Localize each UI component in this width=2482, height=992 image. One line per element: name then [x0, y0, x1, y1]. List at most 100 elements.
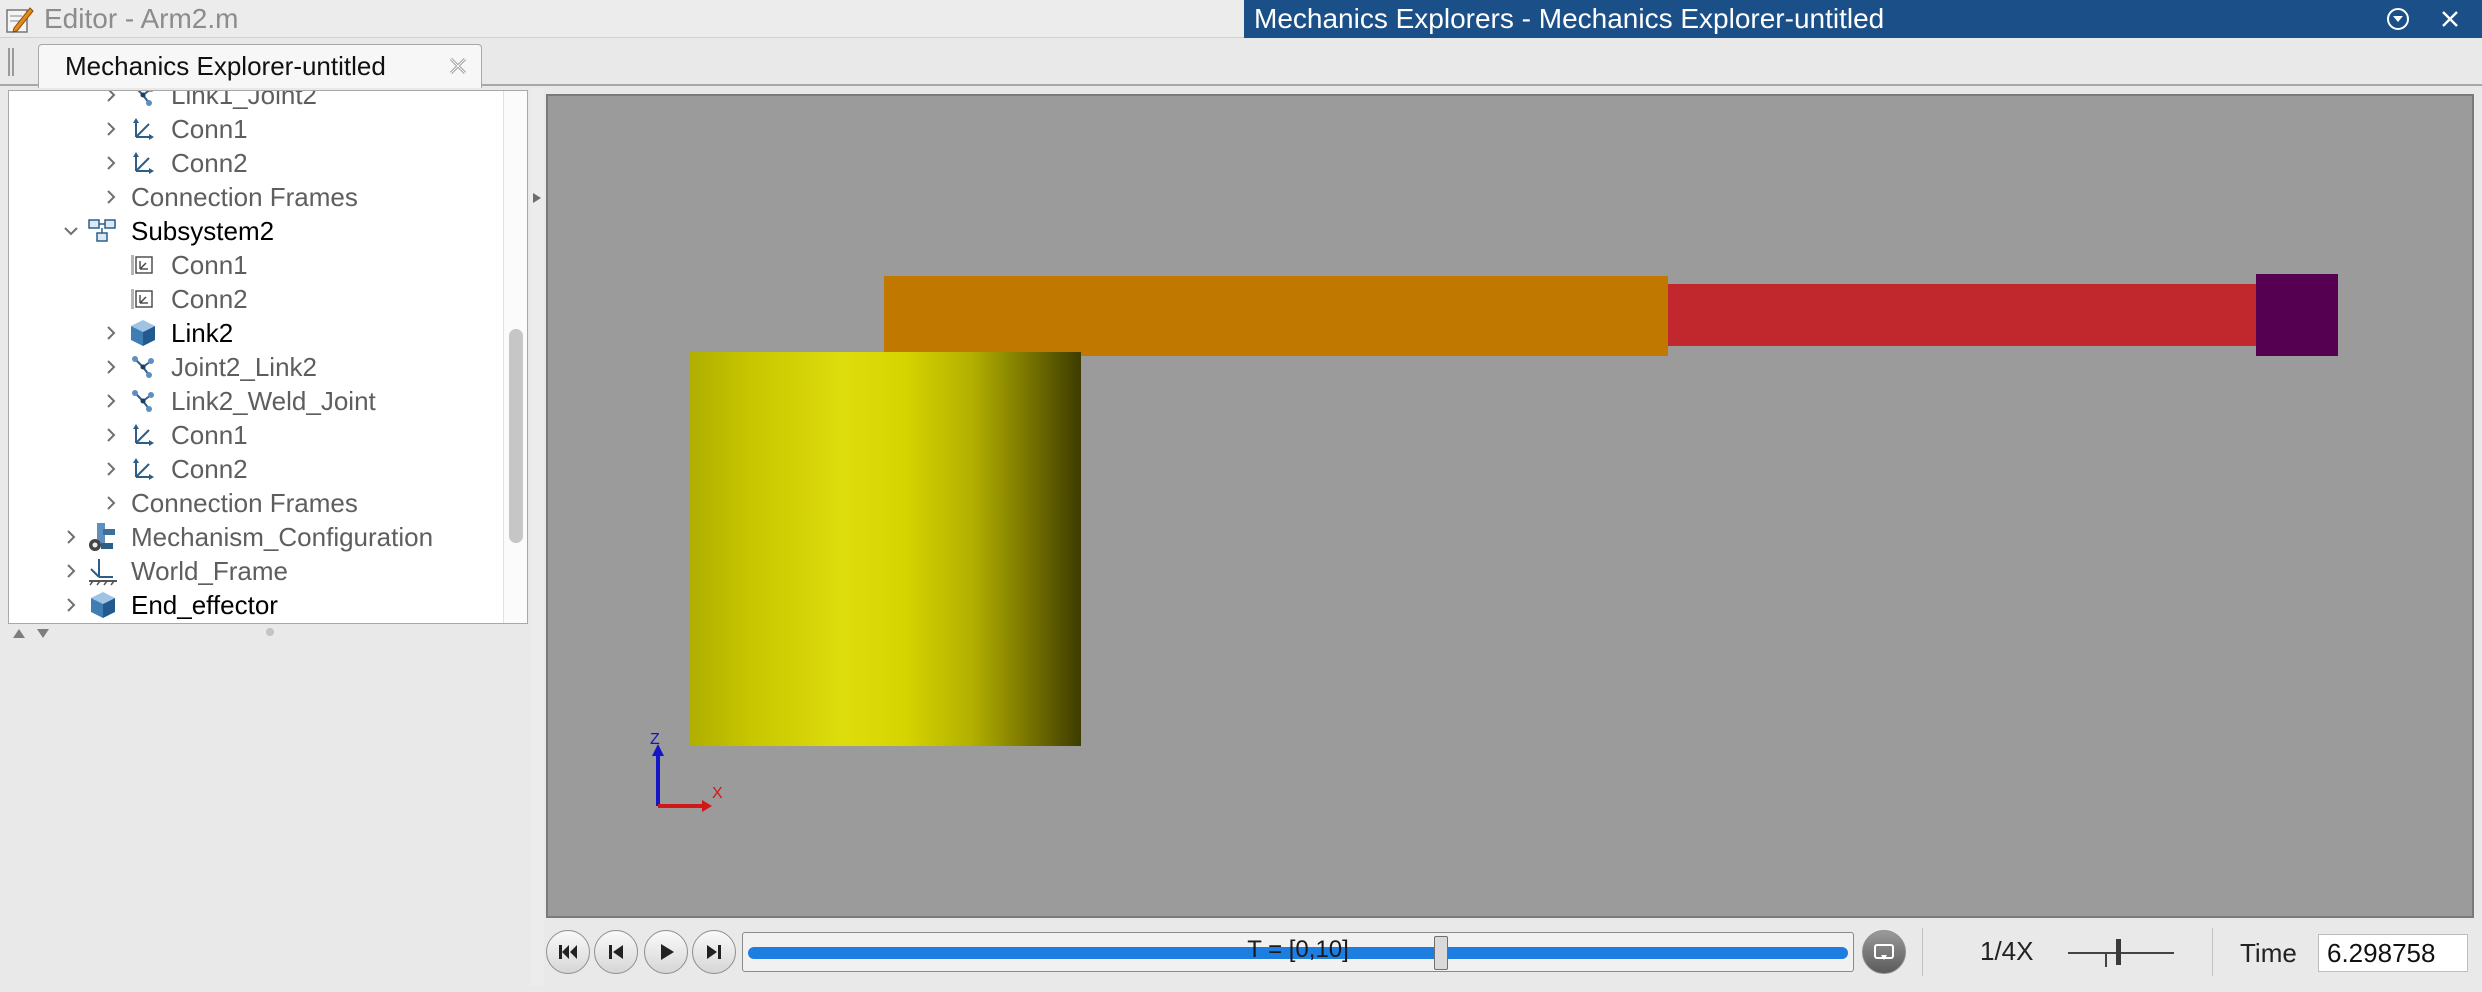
- tree-item-conn1[interactable]: Conn1: [9, 248, 499, 282]
- subsystem-icon: [87, 215, 119, 247]
- explorer-titlebar: Mechanics Explorers - Mechanics Explorer…: [1244, 0, 2482, 38]
- tree-item-connection-frames[interactable]: Connection Frames: [9, 486, 499, 520]
- panel-split-handle[interactable]: [530, 88, 544, 986]
- port-icon: [127, 283, 159, 315]
- chevron-right-icon[interactable]: [101, 425, 121, 445]
- mechanism-config-icon: [87, 521, 119, 553]
- playback-speed-slider[interactable]: [2066, 936, 2176, 970]
- tree-item-label: Conn1: [171, 420, 248, 450]
- playback-timeline-slider[interactable]: T = [0,10]: [742, 932, 1854, 972]
- tree-item-label: Conn1: [171, 250, 248, 280]
- tree-item-label: Conn1: [171, 114, 248, 144]
- chevron-right-icon[interactable]: [61, 561, 81, 581]
- step-back-icon: [609, 945, 623, 959]
- tree-item-label: Connection Frames: [131, 488, 358, 518]
- tree-item-label: Conn2: [171, 284, 248, 314]
- tree-item-joint2-link2[interactable]: Joint2_Link2: [9, 350, 499, 384]
- step-back-button[interactable]: [594, 930, 638, 974]
- chevron-right-icon[interactable]: [101, 391, 121, 411]
- tab-grip-handle[interactable]: [8, 48, 16, 76]
- close-icon: [449, 57, 467, 75]
- tree-item-link1-joint2[interactable]: Link1_Joint2: [9, 90, 499, 112]
- tree-item-conn2[interactable]: Conn2: [9, 282, 499, 316]
- close-icon: [2442, 11, 2458, 27]
- tree-scrollbar[interactable]: [503, 91, 527, 623]
- tree-item-label: World_Frame: [131, 556, 289, 586]
- end-effector-body[interactable]: [2256, 274, 2338, 356]
- tree-item-conn2[interactable]: Conn2: [9, 146, 499, 180]
- z-axis-label: Z: [650, 732, 660, 748]
- play-button[interactable]: [644, 930, 688, 974]
- loop-playback-button[interactable]: [1862, 930, 1906, 974]
- chevron-right-icon[interactable]: [101, 119, 121, 139]
- play-icon: [661, 944, 674, 960]
- solid-icon: [87, 589, 119, 621]
- tree-item-conn1[interactable]: Conn1: [9, 112, 499, 146]
- tree-item-end-effector[interactable]: End_effector: [9, 588, 499, 622]
- chevron-right-icon[interactable]: [101, 91, 121, 105]
- tab-label: Mechanics Explorer-untitled: [65, 51, 386, 81]
- chevron-right-icon[interactable]: [101, 153, 121, 173]
- tree-item-connection-frames[interactable]: Connection Frames: [9, 180, 499, 214]
- model-tree-panel[interactable]: Link1_Joint2 Conn1 Conn2 Connection Frames S…: [8, 90, 528, 624]
- chevron-right-icon[interactable]: [101, 323, 121, 343]
- tree-item-label: Link1_Joint2: [171, 90, 317, 110]
- skip-to-start-icon: [559, 945, 577, 959]
- tree-item-conn2[interactable]: Conn2: [9, 452, 499, 486]
- step-forward-button[interactable]: [692, 930, 736, 974]
- tab-mechanics-explorer[interactable]: Mechanics Explorer-untitled: [38, 44, 482, 88]
- frame-icon: [127, 147, 159, 179]
- chevron-right-icon[interactable]: [101, 459, 121, 479]
- playback-toolbar: T = [0,10] 1/4X Time: [546, 920, 2482, 986]
- tree-item-label: End_effector: [131, 590, 278, 620]
- chevron-right-icon[interactable]: [61, 527, 81, 547]
- window-close-button[interactable]: [2434, 3, 2466, 35]
- tree-item-link2[interactable]: Link2: [9, 316, 499, 350]
- chevron-down-icon[interactable]: [61, 221, 81, 241]
- tree-item-label: Connection Frames: [131, 182, 358, 212]
- x-axis-label: X: [712, 785, 723, 802]
- resize-grip-dot[interactable]: [266, 628, 274, 636]
- skip-to-start-button[interactable]: [546, 930, 590, 974]
- tree-item-label: Link2_Weld_Joint: [171, 386, 376, 416]
- tree-item-link2-weld-joint[interactable]: Link2_Weld_Joint: [9, 384, 499, 418]
- base-cylinder-body[interactable]: [689, 352, 1081, 746]
- chevron-right-icon[interactable]: [101, 187, 121, 207]
- joint-icon: [127, 351, 159, 383]
- toolbar-separator: [2212, 928, 2213, 976]
- toolbar-separator: [1922, 928, 1923, 976]
- tree-item-label: Subsystem2: [131, 216, 275, 246]
- tab-close-button[interactable]: [445, 53, 471, 79]
- chevron-right-icon[interactable]: [61, 595, 81, 615]
- tree-panel-footer: [8, 624, 528, 644]
- playback-speed-label: 1/4X: [1980, 936, 2034, 966]
- solid-icon: [127, 317, 159, 349]
- mechanics-3d-viewport[interactable]: Z X: [546, 94, 2474, 918]
- time-caption: Time: [2240, 938, 2297, 968]
- link2-body[interactable]: [1668, 284, 2258, 346]
- tree-item-conn1[interactable]: Conn1: [9, 418, 499, 452]
- chevron-right-icon[interactable]: [101, 357, 121, 377]
- time-value-field[interactable]: [2318, 934, 2468, 972]
- tree-scrollbar-thumb[interactable]: [509, 329, 523, 543]
- tree-item-label: Conn2: [171, 454, 248, 484]
- window-options-button[interactable]: [2382, 3, 2414, 35]
- axis-triad-icon: Z X: [650, 732, 723, 812]
- chevron-down-circle-icon: [2387, 8, 2409, 30]
- link1-body[interactable]: [884, 276, 1668, 356]
- editor-window-title: Editor - Arm2.m: [44, 2, 239, 34]
- tree-item-world-frame[interactable]: World_Frame: [9, 554, 499, 588]
- chevron-right-icon[interactable]: [101, 493, 121, 513]
- triangle-down-icon[interactable]: [36, 626, 50, 640]
- tree-item-label: Conn2: [171, 148, 248, 178]
- explorer-window-title: Mechanics Explorers - Mechanics Explorer…: [1254, 3, 1885, 34]
- repeat-icon: [1874, 944, 1894, 960]
- tree-item-subsystem2[interactable]: Subsystem2: [9, 214, 499, 248]
- timeline-thumb[interactable]: [1434, 936, 1448, 970]
- port-icon: [127, 249, 159, 281]
- triangle-right-icon[interactable]: [532, 192, 542, 204]
- frame-icon: [127, 419, 159, 451]
- triangle-up-icon[interactable]: [12, 626, 26, 640]
- tree-item-label: Link2: [171, 318, 234, 348]
- tree-item-mechanism-configuration[interactable]: Mechanism_Configuration: [9, 520, 499, 554]
